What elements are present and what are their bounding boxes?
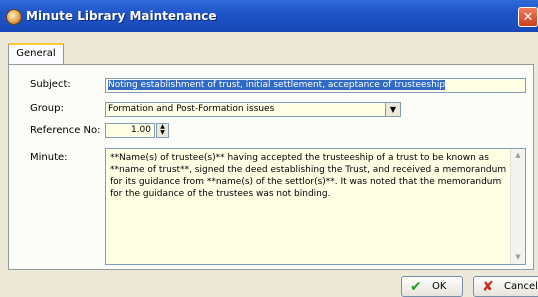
cancel-button[interactable]: ✘ Cancel (473, 276, 538, 297)
ok-button[interactable]: ✔ OK (401, 276, 463, 297)
x-icon: ✘ (482, 279, 494, 295)
minute-textarea[interactable]: **Name(s) of trustee(s)** having accepte… (105, 148, 526, 265)
spin-down-icon[interactable]: ▼ (157, 130, 168, 136)
check-icon: ✔ (410, 279, 422, 295)
subject-value: Noting establishment of trust, initial s… (108, 80, 446, 90)
group-value: Formation and Post-Formation issues (108, 104, 275, 114)
reference-no-spinner[interactable]: ▲ ▼ (156, 123, 169, 138)
app-icon (6, 9, 22, 25)
reference-no-field[interactable]: 1.00 (105, 123, 155, 138)
subject-label: Subject: (30, 79, 71, 90)
cancel-label: Cancel (504, 281, 538, 292)
group-label: Group: (30, 103, 64, 114)
subject-field[interactable]: Noting establishment of trust, initial s… (105, 78, 526, 93)
scroll-up-icon[interactable]: ▲ (511, 149, 525, 162)
tab-general[interactable]: General (8, 43, 64, 65)
title-bar[interactable]: Minute Library Maintenance ✕ (0, 0, 538, 32)
close-button[interactable]: ✕ (518, 7, 538, 27)
minute-scrollbar[interactable]: ▲ ▼ (510, 149, 525, 264)
chevron-down-icon[interactable]: ▼ (385, 103, 400, 116)
ok-label: OK (432, 281, 447, 292)
reference-no-label: Reference No: (30, 125, 101, 136)
scroll-down-icon[interactable]: ▼ (511, 251, 525, 264)
minute-label: Minute: (30, 152, 68, 163)
minute-text: **Name(s) of trustee(s)** having accepte… (110, 153, 507, 199)
group-select[interactable]: Formation and Post-Formation issues ▼ (105, 102, 401, 117)
window-title: Minute Library Maintenance (26, 9, 217, 23)
